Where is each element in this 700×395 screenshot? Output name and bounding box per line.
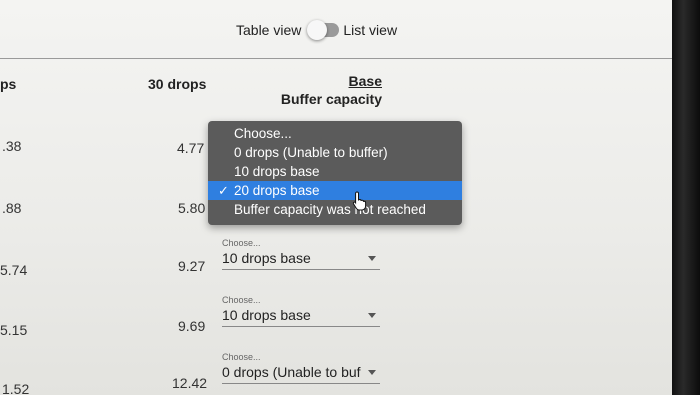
menu-option[interactable]: Buffer capacity was not reached [208, 200, 462, 219]
select-label: Choose... [222, 295, 261, 305]
buffer-select[interactable]: Choose... 0 drops (Unable to buf [222, 352, 380, 384]
chevron-down-icon[interactable] [368, 255, 376, 261]
drops30-value: 4.77 [177, 140, 205, 156]
column-header-base: Base Buffer capacity [270, 72, 382, 108]
left-value: 1.52 [2, 381, 30, 395]
select-label: Choose... [222, 352, 261, 362]
column-header-partial: ps [0, 76, 17, 92]
switch-knob[interactable] [307, 20, 328, 40]
column-header-30-drops: 30 drops [148, 76, 207, 92]
drops30-value: 9.27 [178, 258, 206, 274]
hand-cursor-icon [352, 191, 367, 211]
select-label: Choose... [222, 238, 261, 248]
menu-option[interactable]: 10 drops base [208, 162, 462, 181]
select-field[interactable]: 10 drops base [222, 307, 380, 327]
left-value: 5.15 [0, 322, 28, 338]
check-icon: ✓ [218, 183, 229, 198]
select-value: 0 drops (Unable to buf [222, 364, 361, 380]
base-link[interactable]: Base [270, 72, 382, 90]
buffer-select[interactable]: Choose... 10 drops base [222, 295, 380, 327]
select-field[interactable]: 0 drops (Unable to buf [222, 364, 380, 384]
left-value: .38 [2, 138, 22, 154]
list-view-label[interactable]: List view [343, 22, 397, 38]
menu-option[interactable]: Choose... [208, 124, 462, 143]
dropdown-menu[interactable]: Choose... 0 drops (Unable to buffer) 10 … [208, 121, 462, 225]
drops30-value: 12.42 [172, 375, 208, 391]
left-value: .88 [2, 200, 22, 216]
menu-option-selected[interactable]: ✓ 20 drops base [208, 181, 462, 200]
table-view-label[interactable]: Table view [236, 22, 301, 38]
monitor-bezel [672, 0, 700, 395]
menu-option[interactable]: 0 drops (Unable to buffer) [208, 143, 462, 162]
buffer-capacity-title: Buffer capacity [280, 91, 382, 107]
left-value: 5.74 [0, 262, 28, 278]
chevron-down-icon[interactable] [368, 369, 376, 375]
select-value: 10 drops base [222, 250, 311, 266]
drops30-value: 5.80 [178, 200, 206, 216]
chevron-down-icon[interactable] [368, 312, 376, 318]
select-value: 10 drops base [222, 307, 311, 323]
view-toggle[interactable]: Table view List view [236, 18, 397, 42]
view-switch[interactable] [307, 20, 340, 40]
drops30-value: 9.69 [178, 318, 206, 334]
screen: Table view List view ps 30 drops Base Bu… [0, 0, 672, 395]
buffer-select[interactable]: Choose... 10 drops base [222, 238, 380, 270]
select-field[interactable]: 10 drops base [222, 250, 380, 270]
header-divider [0, 58, 672, 59]
